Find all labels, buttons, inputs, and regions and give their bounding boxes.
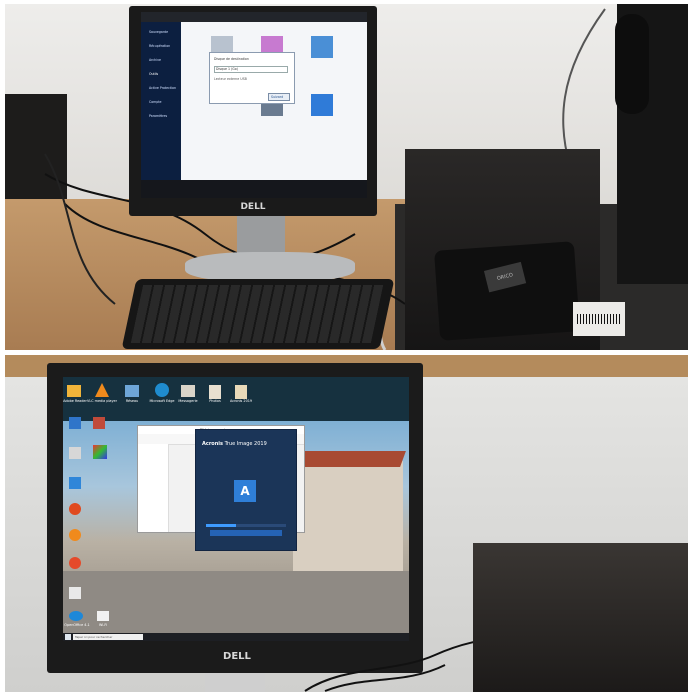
sidebar-item[interactable]: Active Protection	[149, 86, 176, 90]
phone-handset	[615, 14, 649, 114]
sidebar-item[interactable]: Sauvegarde	[149, 30, 168, 34]
monitor: Sauvegarde Récupération Archive Outils A…	[129, 6, 377, 216]
dialog-line: Lecteur externe USB	[214, 77, 247, 81]
tool-tile[interactable]	[311, 36, 333, 58]
keyboard-keys	[130, 285, 384, 343]
dialog-line: Disque de destination	[214, 57, 249, 61]
tool-tile[interactable]	[311, 94, 333, 116]
barcode-sticker	[573, 302, 625, 336]
sidebar-item[interactable]: Archive	[149, 58, 161, 62]
sidebar-item[interactable]: Récupération	[149, 44, 170, 48]
keyboard	[121, 279, 395, 349]
external-drive: ORICO	[434, 241, 580, 341]
sidebar-item[interactable]: Paramètres	[149, 114, 167, 118]
bottom-photo: Adobe Reader VLC media player Réseau Mic…	[5, 355, 688, 692]
monitor-brand-logo: DELL	[240, 202, 266, 212]
taskbar	[141, 180, 367, 198]
monitor-base	[185, 252, 355, 282]
window-titlebar	[141, 12, 367, 22]
acronis-content: Disque de destination Disque 1 (Go) Lect…	[181, 22, 367, 180]
pc-tower	[473, 543, 688, 692]
monitor-stand	[237, 216, 285, 256]
monitor-screen: Sauvegarde Récupération Archive Outils A…	[141, 12, 367, 198]
disk-select[interactable]: Disque 1 (Go)	[214, 66, 288, 73]
sidebar-item[interactable]: Outils	[149, 72, 158, 76]
drive-label: ORICO	[483, 261, 527, 293]
destination-dialog: Disque de destination Disque 1 (Go) Lect…	[209, 52, 295, 104]
next-button[interactable]: Suivant	[268, 93, 290, 101]
sidebar-item[interactable]: Compte	[149, 100, 162, 104]
acronis-sidebar: Sauvegarde Récupération Archive Outils A…	[141, 22, 181, 180]
top-photo: Sauvegarde Récupération Archive Outils A…	[5, 4, 688, 350]
